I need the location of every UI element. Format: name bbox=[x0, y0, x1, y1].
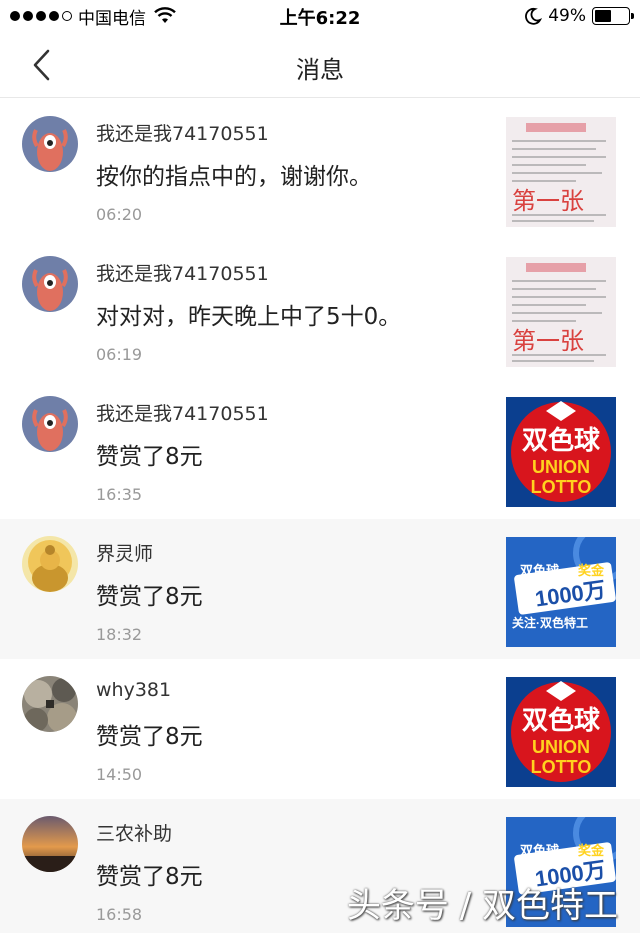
thumb-title: 双色球 bbox=[522, 705, 601, 735]
message-text: 按你的指点中的，谢谢你。 bbox=[96, 164, 372, 190]
list-item[interactable]: 我还是我74170551 对对对，昨天晚上中了5十0。 06:19 第一张 bbox=[0, 239, 640, 379]
avatar[interactable] bbox=[22, 816, 78, 872]
message-text: 赞赏了8元 bbox=[96, 584, 203, 610]
message-time: 16:58 bbox=[96, 905, 143, 924]
status-bar: 中国电信 上午6:22 49% bbox=[0, 0, 640, 32]
avatar[interactable] bbox=[22, 396, 78, 452]
promo-bonus: 奖金 bbox=[578, 843, 605, 858]
lottery-ticket-thumbnail[interactable]: 第一张 bbox=[506, 257, 616, 367]
message-time: 14:50 bbox=[96, 765, 143, 784]
avatar[interactable] bbox=[22, 256, 78, 312]
ticket-label: 第一张 bbox=[512, 188, 584, 215]
sender-name[interactable]: 三农补助 bbox=[96, 819, 172, 846]
avatar[interactable] bbox=[22, 536, 78, 592]
promo-title: 双色球 bbox=[520, 563, 560, 578]
message-time: 18:32 bbox=[96, 625, 143, 644]
ticket-label: 第一张 bbox=[512, 328, 584, 355]
list-item[interactable]: 我还是我74170551 赞赏了8元 16:35 双色球 UNION LOTTO bbox=[0, 379, 640, 519]
union-lotto-thumbnail[interactable]: 双色球 UNION LOTTO bbox=[506, 677, 616, 787]
sender-name[interactable]: 我还是我74170551 bbox=[96, 119, 269, 146]
sender-name[interactable]: 界灵师 bbox=[96, 539, 153, 566]
message-text: 赞赏了8元 bbox=[96, 444, 203, 470]
watermark: 头条号 / 双色特工 bbox=[346, 886, 618, 926]
promo-bonus: 奖金 bbox=[578, 563, 605, 578]
battery-area: 49% bbox=[524, 5, 634, 27]
thumb-lotto: LOTTO bbox=[531, 757, 592, 777]
message-time: 06:20 bbox=[96, 205, 143, 224]
promo-follow: 关注·双色特工 bbox=[512, 615, 588, 630]
carrier-area: 中国电信 bbox=[10, 5, 176, 29]
avatar[interactable] bbox=[22, 676, 78, 732]
sender-name[interactable]: 我还是我74170551 bbox=[96, 259, 269, 286]
message-time: 06:19 bbox=[96, 345, 143, 364]
battery-fill bbox=[595, 10, 611, 22]
moon-icon bbox=[525, 7, 543, 25]
carrier-label: 中国电信 bbox=[78, 8, 146, 29]
message-text: 赞赏了8元 bbox=[96, 724, 203, 750]
signal-strength-icon bbox=[10, 11, 72, 21]
lottery-ticket-thumbnail[interactable]: 第一张 bbox=[506, 117, 616, 227]
list-item[interactable]: 界灵师 赞赏了8元 18:32 双色球 奖金 1000万 关注·双色特工 bbox=[0, 519, 640, 659]
list-item[interactable]: 我还是我74170551 按你的指点中的，谢谢你。 06:20 第一张 bbox=[0, 99, 640, 239]
sender-name[interactable]: 我还是我74170551 bbox=[96, 399, 269, 426]
message-text: 赞赏了8元 bbox=[96, 864, 203, 890]
battery-percent: 49% bbox=[548, 6, 586, 26]
thumb-lotto: LOTTO bbox=[531, 477, 592, 497]
thumb-title: 双色球 bbox=[522, 425, 601, 455]
thumb-union: UNION bbox=[532, 737, 590, 757]
message-list: 我还是我74170551 按你的指点中的，谢谢你。 06:20 第一张 我还是我… bbox=[0, 99, 640, 933]
union-lotto-thumbnail[interactable]: 双色球 UNION LOTTO bbox=[506, 397, 616, 507]
message-text: 对对对，昨天晚上中了5十0。 bbox=[96, 304, 402, 330]
navigation-bar: 消息 bbox=[0, 32, 640, 98]
message-time: 16:35 bbox=[96, 485, 143, 504]
sender-name[interactable]: why381 bbox=[96, 679, 171, 701]
avatar[interactable] bbox=[22, 116, 78, 172]
thumb-union: UNION bbox=[532, 457, 590, 477]
page-title: 消息 bbox=[296, 56, 344, 84]
promo-title: 双色球 bbox=[520, 843, 560, 858]
promo-thumbnail[interactable]: 双色球 奖金 1000万 关注·双色特工 bbox=[506, 537, 616, 647]
list-item[interactable]: why381 赞赏了8元 14:50 双色球 UNION LOTTO bbox=[0, 659, 640, 799]
battery-icon bbox=[592, 7, 634, 25]
wifi-icon bbox=[154, 7, 176, 23]
